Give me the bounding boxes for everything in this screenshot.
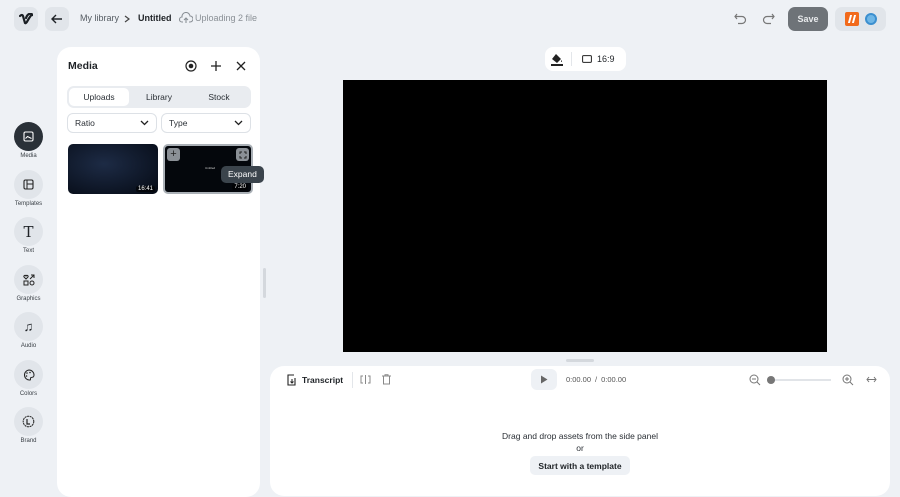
empty-timeline-message: Drag and drop assets from the side panel — [502, 431, 658, 441]
layout-icon — [23, 179, 34, 190]
rail-templates-button[interactable] — [14, 170, 43, 199]
undo-icon[interactable] — [734, 13, 747, 25]
project-title[interactable]: Untitled — [138, 13, 172, 23]
vimeo-logo[interactable] — [14, 7, 38, 31]
transcript-label: Transcript — [302, 375, 344, 385]
back-button[interactable] — [45, 7, 69, 31]
canvas-toolbar: 16:9 — [545, 47, 626, 71]
save-button[interactable]: Save — [788, 7, 828, 31]
media-panel-title: Media — [68, 60, 98, 72]
rail-colors-label: Colors — [19, 391, 38, 397]
chevron-down-icon — [234, 120, 243, 126]
media-source-tabs: Uploads Library Stock — [67, 86, 251, 108]
arrow-left-icon — [51, 14, 62, 24]
duration-badge: 16:41 — [135, 186, 155, 192]
rail-templates-label: Templates — [14, 201, 43, 207]
close-icon[interactable] — [236, 61, 246, 71]
avatar — [864, 13, 877, 25]
duration-badge: 7:20 — [232, 184, 248, 190]
rail-colors-button[interactable] — [14, 360, 43, 389]
rail-brand-button[interactable] — [14, 407, 43, 436]
shapes-icon — [22, 274, 34, 285]
tab-stock[interactable]: Stock — [189, 88, 249, 106]
rail-brand-label: Brand — [20, 438, 37, 444]
music-icon: ♫ — [23, 319, 34, 334]
rail-text-label: Text — [22, 248, 34, 254]
panel-resize-handle[interactable] — [263, 268, 266, 298]
timeline-resize-handle[interactable] — [566, 359, 594, 362]
time-readout: 0:00.00/0:00.00 — [566, 375, 626, 384]
add-icon[interactable] — [210, 60, 222, 72]
rail-audio-label: Audio — [20, 343, 37, 349]
rail-media-button[interactable] — [14, 122, 43, 151]
tab-uploads[interactable]: Uploads — [69, 88, 129, 106]
account-menu[interactable] — [835, 7, 886, 31]
record-icon[interactable] — [185, 60, 197, 72]
type-dropdown[interactable]: Type — [161, 113, 251, 133]
upload-status: Uploading 2 file — [195, 13, 258, 23]
media-item[interactable]: 16:41 — [68, 144, 158, 194]
workspace-logo-icon — [844, 12, 859, 26]
expand-button[interactable] — [236, 148, 249, 161]
fit-width-icon[interactable] — [866, 376, 877, 383]
tab-library[interactable]: Library — [129, 88, 189, 106]
text-icon: T — [23, 222, 34, 241]
image-icon — [23, 131, 34, 142]
start-with-template-button[interactable]: Start with a template — [530, 456, 630, 475]
aspect-ratio-icon — [582, 55, 592, 63]
play-button[interactable] — [531, 369, 557, 390]
rail-graphics-label: Graphics — [16, 296, 41, 302]
zoom-slider-thumb[interactable] — [767, 376, 775, 384]
total-time: 0:00.00 — [601, 375, 627, 384]
chevron-right-icon — [124, 15, 130, 23]
rail-graphics-button[interactable] — [14, 265, 43, 294]
zoom-out-icon[interactable] — [749, 374, 761, 386]
type-label: Type — [169, 118, 188, 128]
transcript-icon — [287, 374, 296, 386]
rail-audio-button[interactable]: ♫ — [14, 312, 43, 341]
zoom-in-icon[interactable] — [842, 374, 854, 386]
palette-icon — [23, 368, 35, 381]
breadcrumb-my-library[interactable]: My library — [80, 13, 119, 23]
brand-icon — [22, 415, 35, 428]
play-icon — [541, 375, 548, 384]
time-separator: / — [595, 375, 598, 384]
cloud-upload-icon — [179, 12, 193, 23]
zoom-slider[interactable] — [770, 379, 831, 381]
or-text: or — [576, 443, 584, 453]
expand-tooltip: Expand — [221, 166, 264, 183]
redo-icon[interactable] — [762, 13, 775, 25]
aspect-ratio-button[interactable]: 16:9 — [597, 54, 615, 64]
ratio-dropdown[interactable]: Ratio — [67, 113, 157, 133]
divider — [352, 372, 353, 388]
ratio-label: Ratio — [75, 118, 95, 128]
transcript-button[interactable]: Transcript — [286, 374, 343, 386]
split-icon[interactable] — [360, 374, 371, 385]
rail-text-button[interactable]: T — [14, 217, 43, 246]
rail-media-label: Media — [20, 153, 37, 159]
trash-icon[interactable] — [382, 374, 391, 385]
current-time: 0:00.00 — [566, 375, 592, 384]
preview-text: Untitled — [205, 166, 216, 170]
expand-icon — [239, 151, 246, 158]
vimeo-icon — [19, 13, 33, 25]
video-canvas[interactable] — [343, 80, 827, 352]
add-to-timeline-button[interactable]: + — [167, 148, 180, 161]
chevron-down-icon — [140, 120, 149, 126]
fill-color-icon[interactable] — [551, 53, 563, 66]
